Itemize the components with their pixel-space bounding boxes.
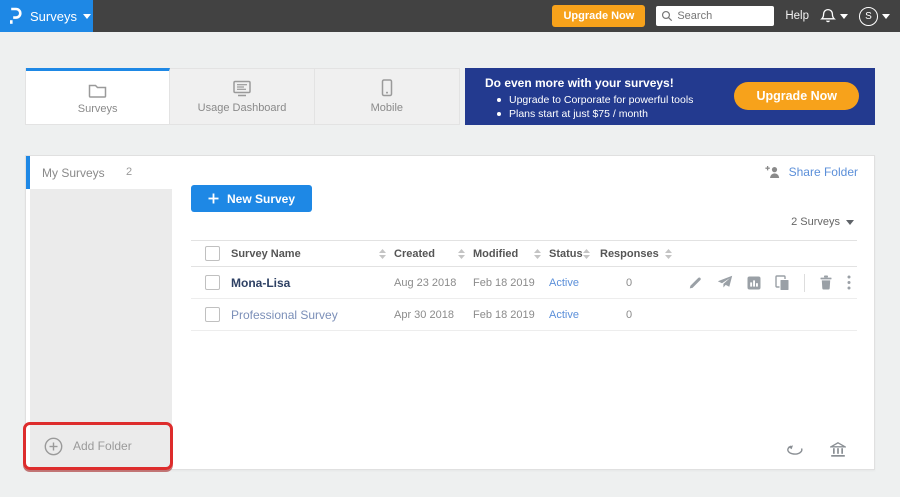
share-folder-button[interactable]: Share Folder <box>765 165 858 179</box>
notifications-button[interactable] <box>820 8 848 24</box>
sort-icon[interactable] <box>665 249 672 259</box>
top-bar: Surveys Upgrade Now Help <box>0 0 900 32</box>
view-tabs: Surveys Usage Dashboard Mobile <box>25 68 460 125</box>
column-header-modified[interactable]: Modified <box>473 248 518 260</box>
banner-upgrade-button[interactable]: Upgrade Now <box>734 82 859 110</box>
person-plus-icon <box>765 165 782 179</box>
banner-bullet: Plans start at just $75 / month <box>509 108 648 120</box>
survey-name-link[interactable]: Professional Survey <box>231 308 338 322</box>
search-input[interactable] <box>677 10 767 22</box>
new-survey-button[interactable]: New Survey <box>191 185 312 212</box>
chevron-down-icon <box>846 220 854 225</box>
report-chart-icon[interactable] <box>747 276 761 290</box>
sort-icon[interactable] <box>534 249 541 259</box>
selected-folder-indicator <box>26 156 30 189</box>
chevron-down-icon <box>83 14 91 19</box>
restore-loop-icon[interactable] <box>787 444 804 456</box>
tab-usage-dashboard[interactable]: Usage Dashboard <box>170 69 314 124</box>
column-header-status[interactable]: Status <box>549 248 583 260</box>
select-all-checkbox[interactable] <box>205 246 220 261</box>
share-folder-label: Share Folder <box>789 165 858 179</box>
row-checkbox[interactable] <box>205 275 220 290</box>
add-folder-label: Add Folder <box>73 439 132 453</box>
search-icon <box>661 10 673 22</box>
brand-logo-icon <box>8 7 22 25</box>
avatar: S <box>859 7 878 26</box>
promo-banner: Do even more with your surveys! Upgrade … <box>465 68 875 125</box>
copy-icon[interactable] <box>775 275 790 291</box>
help-link[interactable]: Help <box>785 10 809 22</box>
app-menu-label: Surveys <box>30 9 77 24</box>
survey-name-link[interactable]: Mona-Lisa <box>231 276 290 290</box>
column-header-survey-name[interactable]: Survey Name <box>231 248 301 260</box>
search-box[interactable] <box>656 6 774 26</box>
created-date: Aug 23 2018 <box>394 277 456 289</box>
sort-icon[interactable] <box>458 249 465 259</box>
tab-label: Usage Dashboard <box>198 102 287 114</box>
sort-icon[interactable] <box>583 249 590 259</box>
status-link[interactable]: Active <box>549 309 579 321</box>
table-row: Professional Survey Apr 30 2018 Feb 18 2… <box>191 299 857 331</box>
chevron-down-icon <box>840 14 848 19</box>
app-menu[interactable]: Surveys <box>0 0 93 32</box>
delete-trash-icon[interactable] <box>819 275 833 290</box>
status-link[interactable]: Active <box>549 277 579 289</box>
folder-icon <box>88 81 107 98</box>
surveys-panel: My Surveys 2 Share Folder Add Folder <box>25 155 875 470</box>
send-plane-icon[interactable] <box>717 275 733 290</box>
sort-icon[interactable] <box>379 249 386 259</box>
row-checkbox[interactable] <box>205 307 220 322</box>
actions-divider <box>804 274 805 292</box>
dashboard-icon <box>232 80 252 97</box>
bank-icon[interactable] <box>830 442 846 458</box>
modified-date: Feb 18 2019 <box>473 277 535 289</box>
folders-sidebar: Add Folder <box>30 189 172 469</box>
folder-my-surveys[interactable]: My Surveys <box>42 166 105 180</box>
created-date: Apr 30 2018 <box>394 309 454 321</box>
table-header-row: Survey Name Created Modified Status <box>191 240 857 267</box>
modified-date: Feb 18 2019 <box>473 309 535 321</box>
bullet-icon <box>497 112 501 116</box>
account-menu[interactable]: S <box>859 7 890 26</box>
column-header-responses[interactable]: Responses <box>600 248 659 260</box>
edit-pencil-icon[interactable] <box>688 275 703 290</box>
plus-circle-icon <box>44 437 63 456</box>
tab-label: Mobile <box>371 102 403 114</box>
upgrade-now-button[interactable]: Upgrade Now <box>552 5 645 27</box>
new-survey-label: New Survey <box>227 192 295 206</box>
tab-mobile[interactable]: Mobile <box>315 69 459 124</box>
add-folder-button[interactable]: Add Folder <box>32 426 170 466</box>
column-header-created[interactable]: Created <box>394 248 435 260</box>
responses-count: 0 <box>626 277 632 289</box>
banner-bullet: Upgrade to Corporate for powerful tools <box>509 94 693 106</box>
mobile-icon <box>381 79 393 97</box>
plus-icon <box>208 193 219 204</box>
chevron-down-icon <box>882 14 890 19</box>
surveys-table: Survey Name Created Modified Status <box>191 240 857 331</box>
bullet-icon <box>497 98 501 102</box>
tab-surveys[interactable]: Surveys <box>26 68 170 124</box>
responses-count: 0 <box>626 309 632 321</box>
banner-title: Do even more with your surveys! <box>485 76 674 90</box>
tab-label: Surveys <box>78 103 118 115</box>
more-kebab-icon[interactable] <box>847 275 851 290</box>
survey-count-label: 2 Surveys <box>791 216 840 228</box>
folder-count-badge: 2 <box>126 166 132 178</box>
table-row: Mona-Lisa Aug 23 2018 Feb 18 2019 Active… <box>191 267 857 299</box>
survey-count-dropdown[interactable]: 2 Surveys <box>791 216 854 228</box>
bell-icon <box>820 8 836 24</box>
